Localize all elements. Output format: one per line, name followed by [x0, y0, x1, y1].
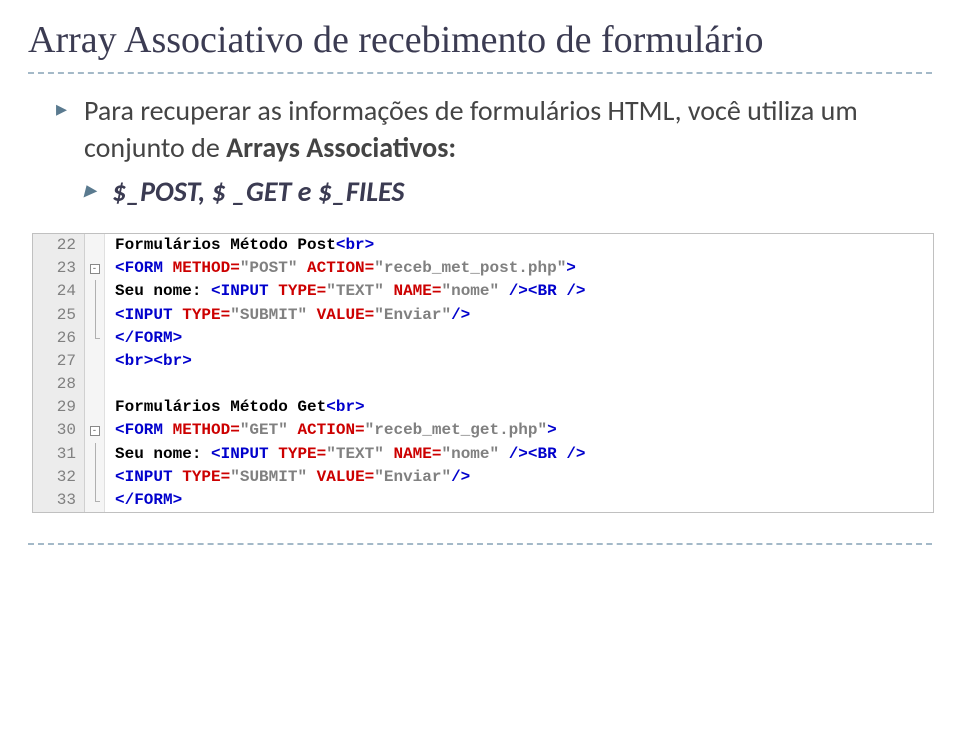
- fold-gutter: [85, 350, 105, 373]
- code-content: Formulários Método Get<br>: [105, 396, 365, 419]
- code-content: <br><br>: [105, 350, 192, 373]
- bullet-text-bold: Arrays Associativos:: [226, 130, 456, 165]
- fold-toggle-icon[interactable]: -: [90, 426, 100, 436]
- fold-gutter: [85, 396, 105, 419]
- fold-gutter: [85, 373, 105, 396]
- bullet-list: Para recuperar as informações de formulá…: [28, 92, 932, 211]
- code-content: Seu nome: <INPUT TYPE="TEXT" NAME="nome"…: [105, 443, 586, 466]
- line-number: 27: [33, 350, 85, 373]
- line-number: 33: [33, 489, 85, 512]
- line-number: 30: [33, 419, 85, 442]
- code-line: 25 <INPUT TYPE="SUBMIT" VALUE="Enviar"/>: [33, 304, 933, 327]
- fold-gutter: [85, 234, 105, 257]
- line-number: 28: [33, 373, 85, 396]
- fold-gutter: [85, 443, 105, 466]
- bullet-item-1: Para recuperar as informações de formulá…: [56, 92, 932, 168]
- code-line: 29 Formulários Método Get<br>: [33, 396, 933, 419]
- fold-gutter: [85, 327, 105, 350]
- code-line: 28: [33, 373, 933, 396]
- fold-toggle-icon[interactable]: -: [90, 264, 100, 274]
- code-content: <FORM METHOD="GET" ACTION="receb_met_get…: [105, 419, 557, 442]
- line-number: 22: [33, 234, 85, 257]
- bullet-item-2: $_POST, $ _GET e $_FILES: [84, 173, 932, 211]
- bullet-text-pre: Para recuperar as informações de formulá…: [84, 93, 858, 166]
- code-line: 26 </FORM>: [33, 327, 933, 350]
- code-content: <FORM METHOD="POST" ACTION="receb_met_po…: [105, 257, 576, 280]
- bottom-divider: [28, 543, 932, 545]
- code-line: 33 </FORM>: [33, 489, 933, 512]
- line-number: 24: [33, 280, 85, 303]
- code-line: 30-<FORM METHOD="GET" ACTION="receb_met_…: [33, 419, 933, 442]
- code-block: 22Formulários Método Post<br>23-<FORM ME…: [32, 233, 934, 513]
- bullet-sub-text: $_POST, $ _GET e $_FILES: [112, 174, 404, 209]
- fold-gutter: [85, 280, 105, 303]
- line-number: 23: [33, 257, 85, 280]
- code-line: 23-<FORM METHOD="POST" ACTION="receb_met…: [33, 257, 933, 280]
- fold-gutter: [85, 304, 105, 327]
- code-content: <INPUT TYPE="SUBMIT" VALUE="Enviar"/>: [105, 304, 470, 327]
- code-content: </FORM>: [105, 489, 182, 512]
- line-number: 25: [33, 304, 85, 327]
- fold-gutter: [85, 489, 105, 512]
- code-content: </FORM>: [105, 327, 182, 350]
- page-title: Array Associativo de recebimento de form…: [28, 18, 932, 64]
- fold-gutter: -: [85, 257, 105, 280]
- code-content: [105, 373, 115, 396]
- code-line: 27 <br><br>: [33, 350, 933, 373]
- code-content: <INPUT TYPE="SUBMIT" VALUE="Enviar"/>: [105, 466, 470, 489]
- code-content: Seu nome: <INPUT TYPE="TEXT" NAME="nome"…: [105, 280, 586, 303]
- code-line: 24 Seu nome: <INPUT TYPE="TEXT" NAME="nom…: [33, 280, 933, 303]
- code-line: 32 <INPUT TYPE="SUBMIT" VALUE="Enviar"/>: [33, 466, 933, 489]
- line-number: 32: [33, 466, 85, 489]
- code-content: Formulários Método Post<br>: [105, 234, 374, 257]
- fold-gutter: [85, 466, 105, 489]
- code-line: 31 Seu nome: <INPUT TYPE="TEXT" NAME="nom…: [33, 443, 933, 466]
- fold-gutter: -: [85, 419, 105, 442]
- line-number: 29: [33, 396, 85, 419]
- title-divider: [28, 72, 932, 74]
- line-number: 31: [33, 443, 85, 466]
- code-line: 22 Formulários Método Post<br>: [33, 234, 933, 257]
- line-number: 26: [33, 327, 85, 350]
